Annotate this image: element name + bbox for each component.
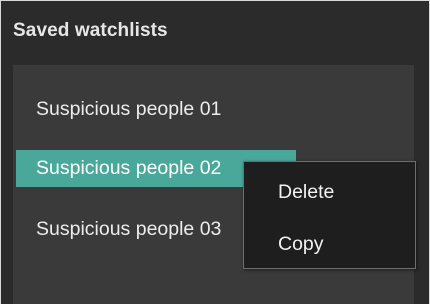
list-item[interactable]: Suspicious people 01 (16, 91, 296, 128)
panel-title: Saved watchlists (13, 20, 168, 41)
copy-menu-item[interactable]: Copy (244, 224, 415, 264)
delete-menu-item[interactable]: Delete (244, 172, 415, 212)
context-menu: Delete Copy (243, 161, 416, 269)
saved-watchlists-window: Saved watchlists Suspicious people 01 Su… (0, 0, 430, 304)
